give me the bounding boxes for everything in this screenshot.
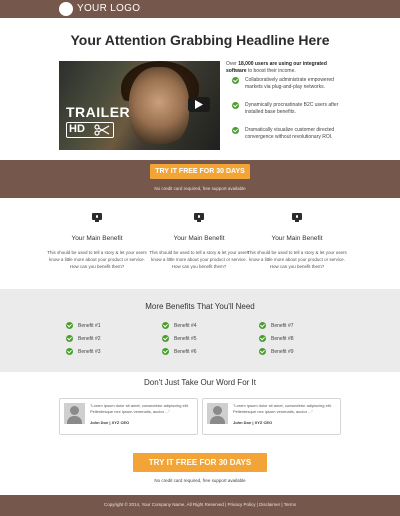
check-list-item: Collaboratively administrate empowered m…: [232, 77, 352, 97]
benefit-label: Benefit #7: [271, 323, 294, 329]
hero-intro: Over 18,000 users are using our integrat…: [226, 61, 346, 75]
benefit-list-item: Benefit #4: [162, 322, 222, 330]
play-icon: [195, 100, 203, 109]
benefit-text: This should be used to tell a story & le…: [47, 250, 147, 269]
video-hd-label: HD: [69, 123, 85, 135]
check-list-item: Dramatically visualize customer directed…: [232, 127, 352, 147]
testimonial-author: John Doe | XYZ CEO: [233, 420, 273, 425]
benefit-label: Benefit #4: [174, 323, 197, 329]
monitor-icon: [194, 213, 204, 222]
check-item-text: Dynamically procrastinate B2C users afte…: [245, 102, 339, 115]
benefit-label: Benefit #9: [271, 349, 294, 355]
try-free-button-bottom[interactable]: TRY IT FREE FOR 30 DAYS: [133, 453, 267, 472]
check-icon: [162, 322, 169, 329]
page-headline: Your Attention Grabbing Headline Here: [70, 32, 330, 48]
try-free-button[interactable]: TRY IT FREE FOR 30 DAYS: [150, 164, 250, 179]
footer-bar: Copyright © 2014, Your Company Name, All…: [0, 495, 400, 516]
check-item-text: Dramatically visualize customer directed…: [245, 127, 335, 140]
benefit-text: This should be used to tell a story & le…: [149, 250, 249, 269]
testimonial-author: John Doe | XYZ CEO: [90, 420, 130, 425]
testimonial-quote: "Lorem ipsum dolor sit amet, consectetur…: [233, 403, 332, 414]
avatar-icon: [64, 403, 85, 424]
benefit-label: Benefit #8: [271, 336, 294, 342]
benefit-list-item: Benefit #9: [259, 348, 319, 356]
testimonials-title: Don't Just Take Our Word For It: [144, 378, 256, 387]
benefit-list-item: Benefit #1: [66, 322, 126, 330]
check-icon: [162, 348, 169, 355]
benefit-label: Benefit #1: [78, 323, 101, 329]
more-benefits-section: More Benefits That You'll Need Benefit #…: [0, 289, 400, 372]
check-icon: [232, 102, 239, 109]
benefit-label: Benefit #6: [174, 349, 197, 355]
testimonial-quote: "Lorem ipsum dolor sit amet, consectetur…: [90, 403, 189, 414]
avatar-icon: [207, 403, 228, 424]
benefit-label: Benefit #2: [78, 336, 101, 342]
benefit-title: Your Main Benefit: [173, 235, 225, 242]
benefit-text: This should be used to tell a story & le…: [247, 250, 347, 269]
video-trailer-label: TRAILER: [66, 104, 131, 120]
scissors-icon: [94, 124, 110, 136]
benefit-list-item: Benefit #7: [259, 322, 319, 330]
logo-circle-icon[interactable]: [59, 2, 73, 16]
video-hd-badge: HD: [66, 122, 114, 138]
video-thumbnail-face: [129, 67, 189, 145]
hero-intro-prefix: Over: [226, 61, 239, 67]
check-list-item: Dynamically procrastinate B2C users afte…: [232, 102, 352, 122]
testimonial-card: "Lorem ipsum dolor sit amet, consectetur…: [202, 398, 341, 435]
footer-links[interactable]: Copyright © 2014, Your Company Name, All…: [0, 502, 400, 508]
video-player[interactable]: TRAILER HD: [59, 61, 220, 150]
benefit-label: Benefit #3: [78, 349, 101, 355]
benefit-label: Benefit #5: [174, 336, 197, 342]
benefit-list-item: Benefit #6: [162, 348, 222, 356]
check-icon: [232, 127, 239, 134]
testimonial-card: "Lorem ipsum dolor sit amet, consectetur…: [59, 398, 198, 435]
check-icon: [259, 322, 266, 329]
check-icon: [66, 348, 73, 355]
benefit-title: Your Main Benefit: [271, 235, 323, 242]
check-item-text: Collaboratively administrate empowered m…: [245, 77, 334, 90]
play-button[interactable]: [188, 97, 210, 112]
benefit-list-item: Benefit #2: [66, 335, 126, 343]
check-icon: [162, 335, 169, 342]
check-icon: [259, 348, 266, 355]
cta-note: No credit card required, free support av…: [154, 186, 246, 191]
check-icon: [259, 335, 266, 342]
check-icon: [66, 335, 73, 342]
header-bar: YOUR LOGO: [0, 0, 400, 18]
benefit-list-item: Benefit #8: [259, 335, 319, 343]
monitor-icon: [292, 213, 302, 222]
benefit-list-item: Benefit #3: [66, 348, 126, 356]
cta-note-bottom: No credit card required, free support av…: [154, 478, 246, 483]
check-icon: [232, 77, 239, 84]
monitor-icon: [92, 213, 102, 222]
benefit-list-item: Benefit #5: [162, 335, 222, 343]
check-icon: [66, 322, 73, 329]
more-benefits-title: More Benefits That You'll Need: [145, 302, 255, 311]
logo-text[interactable]: YOUR LOGO: [77, 3, 140, 15]
benefit-title: Your Main Benefit: [71, 235, 123, 242]
hero-intro-suffix: to boost their income.: [246, 68, 296, 74]
